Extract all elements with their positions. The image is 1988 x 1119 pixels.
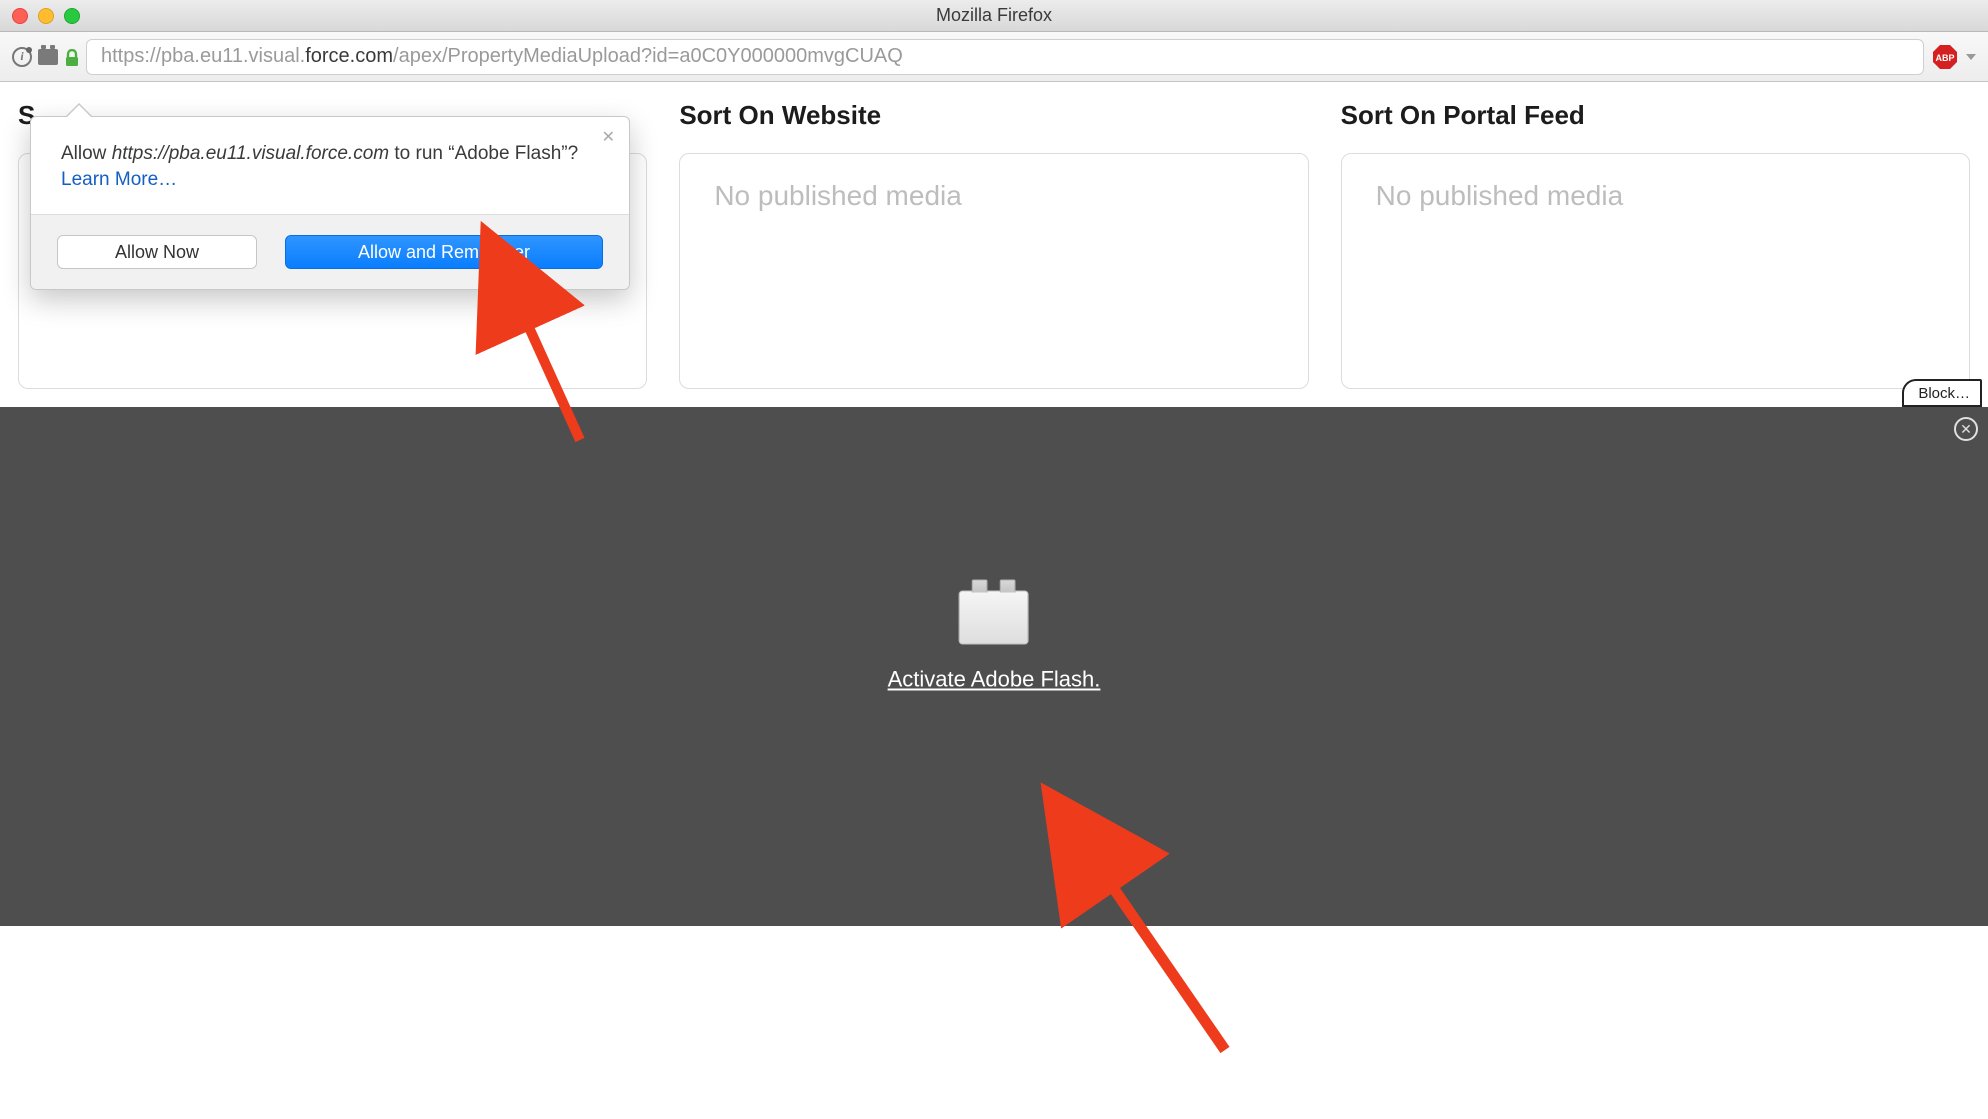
permission-actions: Allow Now Allow and Remember [31,214,629,289]
permission-popup: ✕ Allow https://pba.eu11.visual.force.co… [30,116,630,290]
traffic-lights [0,8,80,24]
sort-panel-website: Sort On Website No published media [679,100,1308,389]
learn-more-link[interactable]: Learn More… [61,169,177,190]
panel-box-website: No published media [679,153,1308,389]
perm-to-run: to run “Adobe Flash”? [389,143,578,164]
url-domain: force.com [305,45,393,68]
address-bar: https://pba.eu11.visual.force.com/apex/P… [0,32,1988,82]
flash-activate-group: Activate Adobe Flash. [888,590,1101,692]
url-input[interactable]: https://pba.eu11.visual.force.com/apex/P… [86,39,1924,75]
window-titlebar: Mozilla Firefox [0,0,1988,32]
block-chip[interactable]: Block… [1902,379,1982,407]
annotation-arrow-2 [1085,855,1245,1065]
info-icon[interactable] [12,47,32,67]
url-path: /apex/PropertyMediaUpload?id=a0C0Y000000… [393,45,903,68]
lock-icon [64,49,78,65]
plugin-icon[interactable] [38,49,58,65]
maximize-window-button[interactable] [64,8,80,24]
popup-close-icon[interactable]: ✕ [602,127,615,147]
allow-now-button[interactable]: Allow Now [57,235,257,269]
empty-text-website: No published media [714,180,1273,212]
sort-panel-portal: Sort On Portal Feed No published media [1341,100,1970,389]
chevron-down-icon[interactable] [1966,54,1976,60]
annotation-arrow-1 [510,300,600,450]
perm-allow-label: Allow [61,143,112,164]
svg-text:ABP: ABP [1935,53,1954,63]
site-identity-block[interactable] [12,47,78,67]
close-icon[interactable]: ✕ [1954,417,1978,441]
panel-box-portal: No published media [1341,153,1970,389]
empty-text-portal: No published media [1376,180,1935,212]
activate-flash-link[interactable]: Activate Adobe Flash. [888,666,1101,691]
minimize-window-button[interactable] [38,8,54,24]
permission-message: Allow https://pba.eu11.visual.force.com … [31,117,629,214]
allow-and-remember-button[interactable]: Allow and Remember [285,235,603,269]
window-title: Mozilla Firefox [936,5,1052,26]
panel-heading-website: Sort On Website [679,100,1308,131]
adblock-plus-icon[interactable]: ABP [1932,44,1958,70]
panel-heading-portal: Sort On Portal Feed [1341,100,1970,131]
flash-placeholder-region[interactable]: Block… ✕ Activate Adobe Flash. [0,407,1988,926]
perm-origin: https://pba.eu11.visual.force.com [112,143,389,164]
plugin-brick-icon [959,590,1029,644]
url-prefix: https://pba.eu11.visual. [101,45,305,68]
close-window-button[interactable] [12,8,28,24]
